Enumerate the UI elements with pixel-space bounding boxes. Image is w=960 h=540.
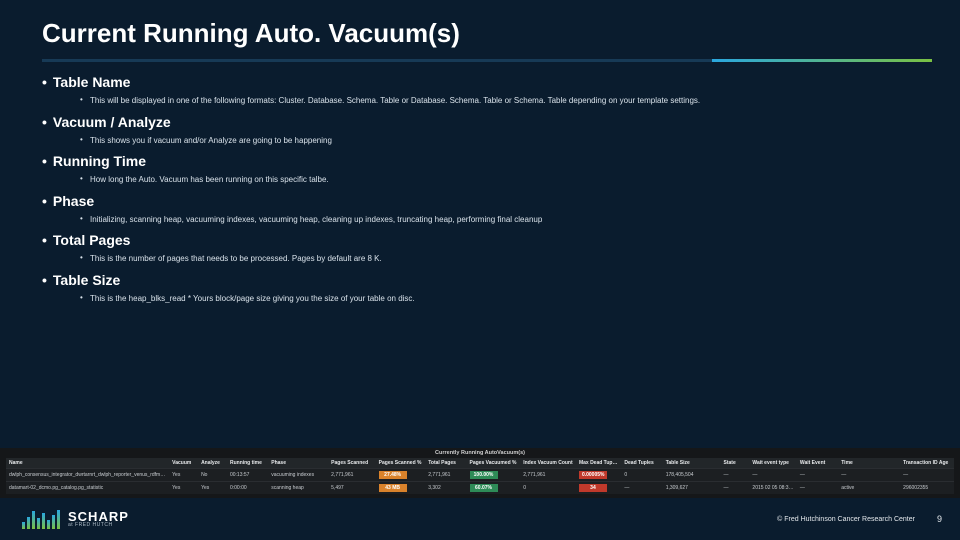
item-description: This will be displayed in one of the fol… <box>42 90 932 110</box>
logo: SCHARP at FRED HUTCH <box>22 509 129 529</box>
item-title: •Running Time <box>42 153 932 169</box>
table-cell: — <box>900 469 954 482</box>
table-header: Wait event type <box>749 458 797 469</box>
table-header: Pages Scanned % <box>376 458 426 469</box>
table-header: Index Vacuum Count <box>520 458 576 469</box>
table-cell: 3,302 <box>425 482 466 495</box>
table-cell: scanning heap <box>268 482 328 495</box>
table-cell: 296002355 <box>900 482 954 495</box>
table-header-row: NameVacuumAnalyzeRunning timePhasePages … <box>6 458 954 469</box>
table-cell: 00:13:57 <box>227 469 268 482</box>
item-description: This shows you if vacuum and/or Analyze … <box>42 130 932 150</box>
table-header: Dead Tuples <box>621 458 662 469</box>
table-cell: 2015 02 05 08:30:50 <box>749 482 797 495</box>
table-row: datamart-02_dcmo.pg_catalog.pg_statistic… <box>6 482 954 495</box>
footer: SCHARP at FRED HUTCH © Fred Hutchinson C… <box>0 498 960 540</box>
table-cell: 2,771,961 <box>328 469 376 482</box>
item-title: •Phase <box>42 193 932 209</box>
table-cell: — <box>621 482 662 495</box>
table-cell: — <box>838 469 900 482</box>
table-cell: 1,309,627 <box>663 482 721 495</box>
table-cell: No <box>198 469 227 482</box>
item-title: •Vacuum / Analyze <box>42 114 932 130</box>
list-item: •Vacuum / AnalyzeThis shows you if vacuu… <box>42 114 932 150</box>
table-header: Max Dead Tuples <box>576 458 621 469</box>
table-cell: — <box>797 469 838 482</box>
item-description: Initializing, scanning heap, vacuuming i… <box>42 209 932 229</box>
table-header: Phase <box>268 458 328 469</box>
table-header: Total Pages <box>425 458 466 469</box>
table-cell: 60.07% <box>467 482 521 495</box>
table-cell: datamart-02_dcmo.pg_catalog.pg_statistic <box>6 482 169 495</box>
table-header: Vacuum <box>169 458 198 469</box>
item-description: This is the number of pages that needs t… <box>42 248 932 268</box>
item-title: •Total Pages <box>42 232 932 248</box>
logo-subtitle: at FRED HUTCH <box>68 523 129 528</box>
table-cell: 0 <box>520 482 576 495</box>
table-cell: vacuuming indexes <box>268 469 328 482</box>
table-cell: Yes <box>169 469 198 482</box>
table-cell: 2,771,961 <box>520 469 576 482</box>
table-cell: 27.48% <box>376 469 426 482</box>
table-cell: active <box>838 482 900 495</box>
table-header: Wait Event <box>797 458 838 469</box>
table-cell: Yes <box>169 482 198 495</box>
table-cell: 34 <box>576 482 621 495</box>
table-cell: Yes <box>198 482 227 495</box>
table-row: dwlph_consensus_integrator_dwrtarnrt_dwl… <box>6 469 954 482</box>
list-item: •Table NameThis will be displayed in one… <box>42 74 932 110</box>
table-cell: — <box>721 469 750 482</box>
table-cell: — <box>721 482 750 495</box>
table-cell: — <box>749 469 797 482</box>
page-number: 9 <box>937 514 942 524</box>
table-cell: 0:00:00 <box>227 482 268 495</box>
divider-rule <box>42 59 932 62</box>
table-cell: 0 <box>621 469 662 482</box>
table-header: Time <box>838 458 900 469</box>
table-header: Name <box>6 458 169 469</box>
list-item: •PhaseInitializing, scanning heap, vacuu… <box>42 193 932 229</box>
copyright-text: © Fred Hutchinson Cancer Research Center <box>777 516 915 523</box>
status-badge: 43 MB <box>379 484 407 492</box>
table-cell: 43 MB <box>376 482 426 495</box>
screenshot-title: Currently Running AutoVacuum(s) <box>6 448 954 458</box>
table-cell: — <box>797 482 838 495</box>
table-header: Table Size <box>663 458 721 469</box>
status-badge: 27.48% <box>379 471 407 479</box>
status-badge: 0.00005% <box>579 471 608 479</box>
table-header: Pages Scanned <box>328 458 376 469</box>
logo-bars-icon <box>22 509 60 529</box>
table-header: Running time <box>227 458 268 469</box>
table-cell: 2,771,961 <box>425 469 466 482</box>
table-header: Analyze <box>198 458 227 469</box>
item-description: This is the heap_blks_read * Yours block… <box>42 288 932 308</box>
table-cell: 5,497 <box>328 482 376 495</box>
table-header: Transaction ID Age <box>900 458 954 469</box>
table-header: Pages Vacuumed % <box>467 458 521 469</box>
screenshot-panel: Currently Running AutoVacuum(s) NameVacu… <box>0 448 960 498</box>
table-header: State <box>721 458 750 469</box>
list-item: •Table SizeThis is the heap_blks_read * … <box>42 272 932 308</box>
item-title: •Table Name <box>42 74 932 90</box>
table-cell: 100.00% <box>467 469 521 482</box>
table-cell: 0.00005% <box>576 469 621 482</box>
item-description: How long the Auto. Vacuum has been runni… <box>42 169 932 189</box>
item-title: •Table Size <box>42 272 932 288</box>
content-list: •Table NameThis will be displayed in one… <box>0 74 960 308</box>
table-cell: dwlph_consensus_integrator_dwrtarnrt_dwl… <box>6 469 169 482</box>
table-cell: 178,405,504 <box>663 469 721 482</box>
status-badge: 34 <box>579 484 607 492</box>
screenshot-table: NameVacuumAnalyzeRunning timePhasePages … <box>6 458 954 494</box>
status-badge: 100.00% <box>470 471 498 479</box>
list-item: •Running TimeHow long the Auto. Vacuum h… <box>42 153 932 189</box>
list-item: •Total PagesThis is the number of pages … <box>42 232 932 268</box>
slide-title: Current Running Auto. Vacuum(s) <box>0 0 960 59</box>
status-badge: 60.07% <box>470 484 498 492</box>
